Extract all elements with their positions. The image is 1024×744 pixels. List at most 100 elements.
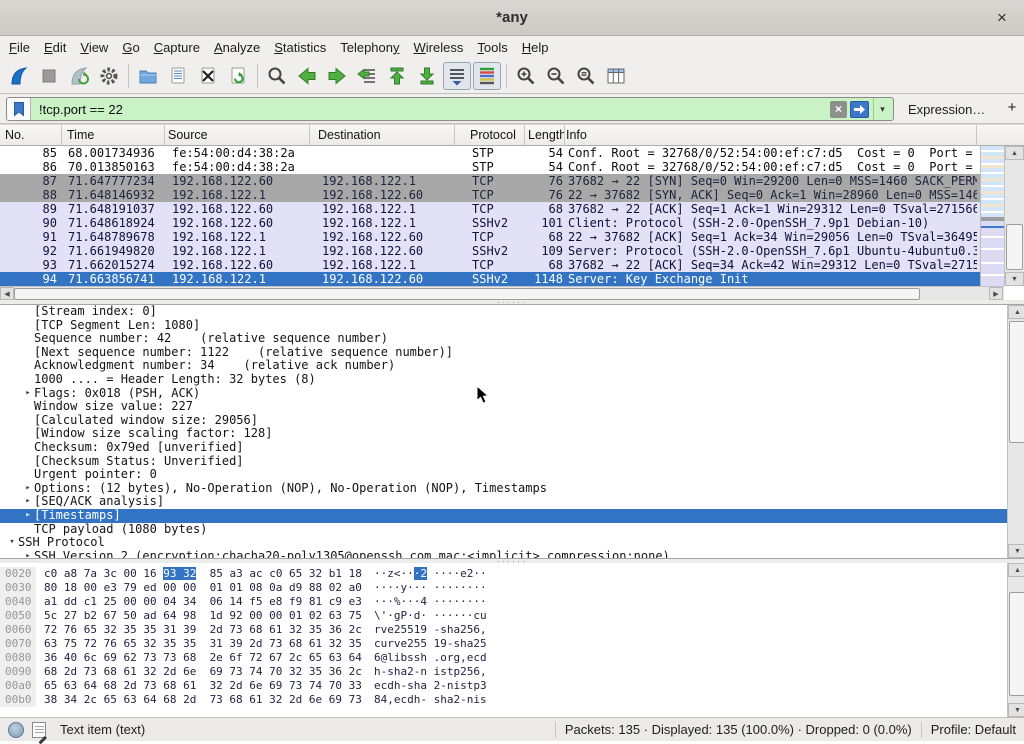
hex-row-00a0[interactable]: 00a065 63 64 68 2d 73 68 61 32 2d 6e 69 … — [0, 679, 1024, 693]
detail-line[interactable]: Window size value: 227 — [0, 400, 1007, 414]
scroll-down-icon[interactable]: ▼ — [1005, 272, 1024, 286]
detail-line[interactable]: 1000 .... = Header Length: 32 bytes (8) — [0, 373, 1007, 387]
hex-ascii[interactable]: \'·gP·d· ······cu — [374, 609, 487, 623]
hex-bytes[interactable]: 65 63 64 68 2d 73 68 61 32 2d 6e 69 73 7… — [44, 679, 362, 693]
hex-row-0050[interactable]: 00505c 27 b2 67 50 ad 64 98 1d 92 00 00 … — [0, 609, 1024, 623]
status-profile[interactable]: Profile: Default — [931, 722, 1016, 737]
details-vscrollbar[interactable]: ▲ ▼ — [1007, 305, 1024, 558]
packet-row-88[interactable]: 8871.648146932192.168.122.1192.168.122.6… — [0, 188, 980, 202]
menu-wireless[interactable]: Wireless — [407, 38, 471, 57]
bytes-vscrollbar[interactable]: ▲ ▼ — [1007, 563, 1024, 717]
detail-line[interactable]: ▸Flags: 0x018 (PSH, ACK) — [0, 387, 1007, 401]
menu-statistics[interactable]: Statistics — [267, 38, 333, 57]
resize-columns-button[interactable] — [602, 62, 630, 90]
hex-bytes[interactable]: 72 76 65 32 35 35 31 39 2d 73 68 61 32 3… — [44, 623, 362, 637]
detail-line[interactable]: Urgent pointer: 0 — [0, 468, 1007, 482]
packet-row-93[interactable]: 9371.662015274192.168.122.60192.168.122.… — [0, 258, 980, 272]
scroll-left-icon[interactable]: ◀ — [0, 287, 14, 300]
hex-bytes[interactable]: 63 75 72 76 65 32 35 35 31 39 2d 73 68 6… — [44, 637, 362, 651]
hex-row-0060[interactable]: 006072 76 65 32 35 35 31 39 2d 73 68 61 … — [0, 623, 1024, 637]
hex-ascii[interactable]: rve25519 -sha256, — [374, 623, 487, 637]
filter-add-button[interactable]: + — [1004, 99, 1020, 119]
go-back-button[interactable] — [293, 62, 321, 90]
reload-file-button[interactable] — [224, 62, 252, 90]
capture-options-button[interactable] — [95, 62, 123, 90]
hex-ascii[interactable]: 6@libssh .org,ecd — [374, 651, 487, 665]
hex-bytes[interactable]: 5c 27 b2 67 50 ad 64 98 1d 92 00 00 01 0… — [44, 609, 362, 623]
column-header-protocol[interactable]: Protocol — [455, 125, 525, 147]
hex-ascii[interactable]: ····y··· ········ — [374, 581, 487, 595]
scroll-down-icon[interactable]: ▼ — [1008, 703, 1024, 717]
go-to-packet-button[interactable] — [353, 62, 381, 90]
menu-capture[interactable]: Capture — [147, 38, 207, 57]
detail-line[interactable]: ▾SSH Protocol — [0, 536, 1007, 550]
expand-right-icon[interactable]: ▸ — [22, 387, 34, 401]
hex-bytes[interactable]: c0 a8 7a 3c 00 16 93 32 85 a3 ac c0 65 3… — [44, 567, 362, 581]
detail-line[interactable]: ▸[Timestamps] — [0, 509, 1007, 523]
column-header-destination[interactable]: Destination — [310, 125, 455, 147]
scroll-right-icon[interactable]: ▶ — [989, 287, 1003, 300]
scrollbar-thumb[interactable] — [1006, 224, 1023, 270]
zoom-100-button[interactable] — [572, 62, 600, 90]
detail-line[interactable]: TCP payload (1080 bytes) — [0, 523, 1007, 537]
hex-bytes[interactable]: 36 40 6c 69 62 73 73 68 2e 6f 72 67 2c 6… — [44, 651, 362, 665]
hex-ascii[interactable]: h-sha2-n istp256, — [374, 665, 487, 679]
packet-row-94[interactable]: 9471.663856741192.168.122.1192.168.122.6… — [0, 272, 980, 286]
menu-tools[interactable]: Tools — [470, 38, 514, 57]
expand-right-icon[interactable]: ▸ — [22, 509, 34, 523]
menu-go[interactable]: Go — [115, 38, 146, 57]
detail-line[interactable]: ▸[SEQ/ACK analysis] — [0, 495, 1007, 509]
capture-comment-icon[interactable] — [32, 722, 46, 738]
hex-ascii[interactable]: ··z<···2 ····e2·· — [374, 567, 487, 581]
go-first-button[interactable] — [383, 62, 411, 90]
start-capture-button[interactable] — [5, 62, 33, 90]
filter-dropdown-caret[interactable]: ▾ — [873, 98, 891, 120]
hex-ascii[interactable]: 84,ecdh- sha2-nis — [374, 693, 487, 707]
expand-right-icon[interactable]: ▸ — [22, 495, 34, 509]
scroll-up-icon[interactable]: ▲ — [1005, 146, 1024, 160]
display-filter-input[interactable] — [33, 98, 603, 120]
detail-line[interactable]: [Checksum Status: Unverified] — [0, 455, 1007, 469]
detail-line[interactable]: [Next sequence number: 1122 (relative se… — [0, 346, 1007, 360]
hex-row-0040[interactable]: 0040a1 dd c1 25 00 00 04 34 06 14 f5 e8 … — [0, 595, 1024, 609]
filter-clear-button[interactable]: × — [830, 101, 847, 118]
hex-bytes[interactable]: 68 2d 73 68 61 32 2d 6e 69 73 74 70 32 3… — [44, 665, 362, 679]
go-last-button[interactable] — [413, 62, 441, 90]
zoom-in-button[interactable] — [512, 62, 540, 90]
filter-bookmark-button[interactable] — [7, 98, 31, 120]
scrollbar-thumb[interactable] — [14, 288, 920, 300]
hex-ascii[interactable]: curve255 19-sha25 — [374, 637, 487, 651]
detail-line[interactable]: Acknowledgment number: 34 (relative ack … — [0, 359, 1007, 373]
packet-row-87[interactable]: 8771.647777234192.168.122.60192.168.122.… — [0, 174, 980, 188]
packet-list-vscrollbar[interactable]: ▲ ▼ — [1004, 146, 1024, 286]
detail-line[interactable]: ▸Options: (12 bytes), No-Operation (NOP)… — [0, 482, 1007, 496]
hex-bytes[interactable]: 80 18 00 e3 79 ed 00 00 01 01 08 0a d9 8… — [44, 581, 362, 595]
packet-row-92[interactable]: 9271.661949820192.168.122.1192.168.122.6… — [0, 244, 980, 258]
column-header-length[interactable]: Length — [525, 125, 565, 147]
menu-help[interactable]: Help — [515, 38, 556, 57]
menu-file[interactable]: File — [2, 38, 37, 57]
go-forward-button[interactable] — [323, 62, 351, 90]
restart-capture-button[interactable] — [65, 62, 93, 90]
scrollbar-thumb[interactable] — [1009, 321, 1024, 443]
title-bar[interactable]: *any × — [0, 0, 1024, 36]
detail-line[interactable]: [Window size scaling factor: 128] — [0, 427, 1007, 441]
column-header-no[interactable]: No. — [0, 125, 62, 147]
packet-row-91[interactable]: 9171.648789678192.168.122.1192.168.122.6… — [0, 230, 980, 244]
close-file-button[interactable] — [194, 62, 222, 90]
scroll-up-icon[interactable]: ▲ — [1008, 305, 1024, 319]
packet-row-86[interactable]: 8670.013850163fe:54:00:d4:38:2aSTP54Conf… — [0, 160, 980, 174]
find-packet-button[interactable] — [263, 62, 291, 90]
expert-info-icon[interactable] — [8, 722, 24, 738]
hex-row-0090[interactable]: 009068 2d 73 68 61 32 2d 6e 69 73 74 70 … — [0, 665, 1024, 679]
packet-row-89[interactable]: 8971.648191037192.168.122.60192.168.122.… — [0, 202, 980, 216]
intelligent-scrollbar-minimap[interactable] — [980, 146, 1004, 286]
detail-line[interactable]: [Stream index: 0] — [0, 305, 1007, 319]
zoom-out-button[interactable] — [542, 62, 570, 90]
scroll-down-icon[interactable]: ▼ — [1008, 544, 1024, 558]
hex-ascii[interactable]: ···%···4 ········ — [374, 595, 487, 609]
hex-ascii[interactable]: ecdh-sha 2-nistp3 — [374, 679, 487, 693]
detail-line[interactable]: [Calculated window size: 29056] — [0, 414, 1007, 428]
column-header-info[interactable]: Info — [565, 125, 977, 147]
detail-line[interactable]: Sequence number: 42 (relative sequence n… — [0, 332, 1007, 346]
